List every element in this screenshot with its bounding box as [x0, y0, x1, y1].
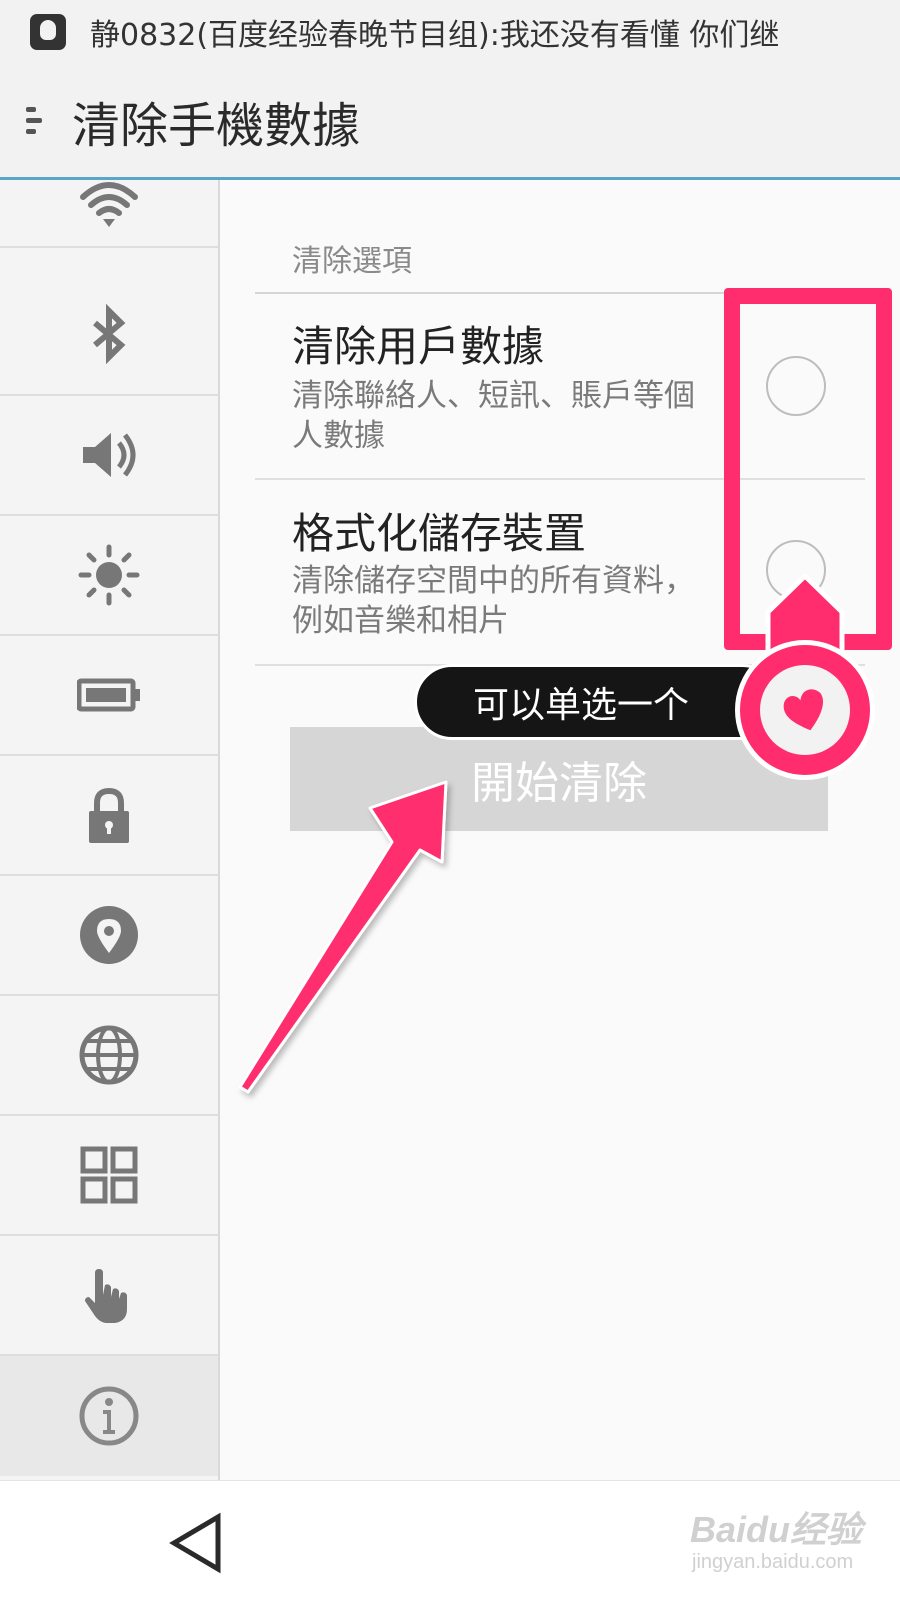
sidebar-item-gestures[interactable]: [0, 1236, 218, 1356]
option-title-clear-user-data[interactable]: 清除用戶數據: [292, 313, 544, 374]
sidebar-item-bluetooth[interactable]: [0, 276, 218, 396]
globe-icon: [79, 1025, 139, 1085]
page-title: 清除手機數據: [72, 97, 361, 154]
baidu-watermark: Baidu经验: [690, 1509, 863, 1550]
sidebar-item-wifi[interactable]: [0, 160, 218, 248]
status-bar: 静0832(百度经验春晚节目组):我还没有看懂 你们继: [0, 0, 900, 64]
back-icon[interactable]: [160, 1503, 240, 1583]
sidebar-item-sound[interactable]: [0, 396, 218, 516]
settings-sidebar: [0, 180, 220, 1480]
bluetooth-icon: [93, 303, 126, 365]
lock-icon: [89, 787, 129, 843]
hand-gesture-icon: [85, 1269, 127, 1323]
sidebar-item-display[interactable]: [0, 516, 218, 636]
sidebar-item-apps[interactable]: [0, 1116, 218, 1236]
option-desc-clear-user-data: 清除聯絡人、短訊、賬戶等個人數據: [292, 378, 695, 454]
sidebar-item-language[interactable]: [0, 996, 218, 1116]
section-title: 清除選項: [292, 244, 412, 279]
pin-badge: [735, 640, 875, 780]
qq-notification-icon: [30, 14, 66, 50]
navigation-bar: Baidu经验 jingyan.baidu.com: [0, 1480, 900, 1601]
sidebar-item-location[interactable]: [0, 876, 218, 996]
location-icon: [80, 906, 138, 964]
option-title-format-storage[interactable]: 格式化儲存裝置: [292, 500, 586, 561]
apps-grid-icon: [80, 1146, 138, 1204]
battery-icon: [77, 678, 140, 712]
heart-icon: [783, 689, 823, 731]
baidu-watermark-url: jingyan.baidu.com: [692, 1551, 854, 1573]
volume-icon: [83, 433, 136, 477]
option-desc-format-storage: 清除儲存空間中的所有資料，例如音樂和相片: [292, 563, 695, 639]
tooltip-bubble: 可以单选一个: [414, 664, 780, 740]
sidebar-item-about[interactable]: [0, 1356, 218, 1476]
notification-text: 静0832(百度经验春晚节目组):我还没有看懂 你们继: [90, 18, 780, 53]
wifi-icon: [80, 182, 138, 227]
drawer-menu-icon[interactable]: [26, 101, 46, 140]
radio-highlight-box: [724, 288, 892, 650]
sidebar-item-battery[interactable]: [0, 636, 218, 756]
info-icon: [79, 1386, 139, 1446]
sidebar-item-security[interactable]: [0, 756, 218, 876]
brightness-icon: [78, 544, 140, 606]
